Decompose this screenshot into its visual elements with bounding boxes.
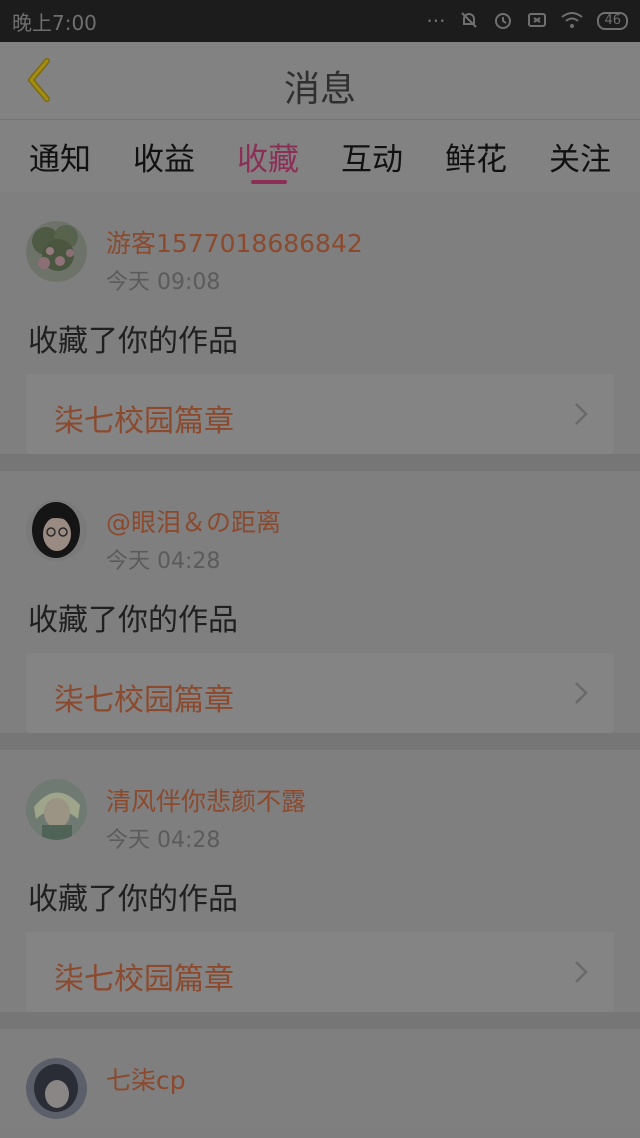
avatar[interactable] bbox=[26, 1058, 87, 1119]
tab-earnings[interactable]: 收益 bbox=[119, 134, 209, 179]
action-text: 收藏了你的作品 bbox=[28, 882, 238, 917]
timestamp: 今天 04:28 bbox=[106, 549, 221, 574]
username[interactable]: 清风伴你悲颜不露 bbox=[106, 782, 306, 818]
battery-indicator: 46 bbox=[597, 12, 628, 30]
alarm-icon bbox=[493, 10, 513, 33]
avatar[interactable] bbox=[26, 500, 87, 561]
tab-favorites[interactable]: 收藏 bbox=[223, 134, 313, 179]
status-icons: ··· 46 bbox=[426, 10, 628, 33]
work-link[interactable]: 柒七校园篇章 bbox=[26, 653, 614, 733]
work-title: 柒七校园篇章 bbox=[54, 962, 234, 997]
tab-flowers[interactable]: 鲜花 bbox=[431, 134, 521, 179]
chevron-right-icon bbox=[575, 961, 588, 983]
wifi-icon bbox=[561, 11, 584, 32]
list-item: 游客1577018686842 今天 09:08 收藏了你的作品 柒七校园篇章 bbox=[0, 192, 640, 471]
message-list: 游客1577018686842 今天 09:08 收藏了你的作品 柒七校园篇章 … bbox=[0, 192, 640, 1129]
list-item: 清风伴你悲颜不露 今天 04:28 收藏了你的作品 柒七校园篇章 bbox=[0, 750, 640, 1029]
username[interactable]: 游客1577018686842 bbox=[106, 224, 363, 260]
work-link[interactable]: 柒七校园篇章 bbox=[26, 932, 614, 1012]
username[interactable]: 七柒cp bbox=[106, 1061, 186, 1097]
chevron-right-icon bbox=[575, 682, 588, 704]
tab-notifications[interactable]: 通知 bbox=[15, 134, 105, 179]
status-bar: 晚上7:00 ··· 46 bbox=[0, 0, 640, 42]
timestamp: 今天 04:28 bbox=[106, 828, 221, 853]
work-title: 柒七校园篇章 bbox=[54, 683, 234, 718]
screen: 晚上7:00 ··· 46 消息 通知 收益 收藏 互动 鲜花 关注 游客157… bbox=[0, 0, 640, 1138]
header: 消息 bbox=[0, 42, 640, 120]
action-text: 收藏了你的作品 bbox=[28, 603, 238, 638]
active-tab-indicator bbox=[251, 180, 287, 184]
username[interactable]: @眼泪＆の距离 bbox=[106, 503, 281, 539]
avatar[interactable] bbox=[26, 779, 87, 840]
mute-icon bbox=[459, 10, 479, 33]
work-title: 柒七校园篇章 bbox=[54, 404, 234, 439]
tab-following[interactable]: 关注 bbox=[535, 134, 625, 179]
list-item: 七柒cp bbox=[0, 1029, 640, 1129]
work-link[interactable]: 柒七校园篇章 bbox=[26, 374, 614, 454]
tab-bar: 通知 收益 收藏 互动 鲜花 关注 bbox=[0, 120, 640, 192]
status-time: 晚上7:00 bbox=[12, 10, 97, 35]
tab-interactions[interactable]: 互动 bbox=[327, 134, 417, 179]
dots-icon: ··· bbox=[426, 9, 446, 33]
timestamp: 今天 09:08 bbox=[106, 270, 221, 295]
sim-icon bbox=[527, 10, 547, 33]
action-text: 收藏了你的作品 bbox=[28, 324, 238, 359]
chevron-right-icon bbox=[575, 403, 588, 425]
list-item: @眼泪＆の距离 今天 04:28 收藏了你的作品 柒七校园篇章 bbox=[0, 471, 640, 750]
page-title: 消息 bbox=[283, 69, 356, 110]
avatar[interactable] bbox=[26, 221, 87, 282]
